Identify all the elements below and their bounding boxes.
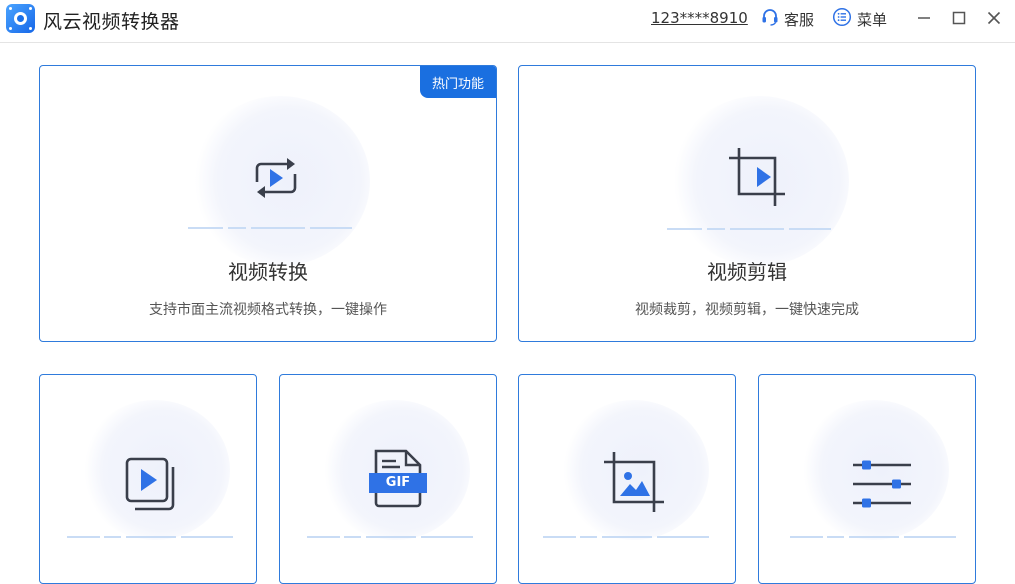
gif-icon-label: GIF <box>385 475 411 490</box>
minimize-icon <box>918 17 930 19</box>
menu-button[interactable]: 菜单 <box>832 7 887 31</box>
menu-label: 菜单 <box>857 10 888 29</box>
divider <box>580 536 597 538</box>
card-adjust-settings[interactable] <box>758 374 976 584</box>
divider <box>228 227 246 229</box>
maximize-icon <box>952 11 966 25</box>
crop-image-icon <box>602 450 668 520</box>
minimize-button[interactable] <box>914 8 934 28</box>
card-description: 视频裁剪，视频剪辑，一键快速完成 <box>635 302 859 318</box>
divider <box>827 536 844 538</box>
divider <box>251 227 305 229</box>
card-video-copy[interactable] <box>39 374 257 584</box>
card-description: 支持市面主流视频格式转换，一键操作 <box>149 302 387 318</box>
account-link[interactable]: 123****8910 <box>651 9 748 27</box>
card-title: 视频剪辑 <box>707 260 787 284</box>
divider <box>307 536 340 538</box>
divider <box>790 536 823 538</box>
card-video-to-gif[interactable]: GIF <box>279 374 497 584</box>
hot-feature-badge: 热门功能 <box>420 66 496 98</box>
divider <box>730 228 784 230</box>
crop-video-icon <box>727 146 789 212</box>
customer-service-label: 客服 <box>784 10 815 29</box>
card-video-edit[interactable]: 视频剪辑 视频裁剪，视频剪辑，一键快速完成 <box>518 65 976 342</box>
divider <box>657 536 709 538</box>
card-image-crop[interactable] <box>518 374 736 584</box>
app-title: 风云视频转换器 <box>43 11 180 33</box>
card-video-convert[interactable]: 热门功能 视频转换 支持市面主流视频格式转换，一键操作 <box>39 65 497 342</box>
divider <box>849 536 899 538</box>
maximize-button[interactable] <box>949 8 969 28</box>
divider <box>181 536 233 538</box>
divider <box>366 536 416 538</box>
sliders-icon <box>851 457 913 517</box>
video-copy-icon <box>123 455 183 519</box>
divider <box>126 536 176 538</box>
close-icon <box>987 11 1001 25</box>
gif-icon: GIF <box>366 447 428 513</box>
list-menu-icon <box>832 7 852 31</box>
close-button[interactable] <box>984 8 1004 28</box>
app-logo <box>6 4 35 33</box>
title-bar: 风云视频转换器 123****8910 客服 菜单 <box>0 0 1015 43</box>
divider <box>104 536 121 538</box>
card-title: 视频转换 <box>228 260 308 284</box>
divider <box>543 536 576 538</box>
divider <box>67 536 100 538</box>
divider <box>707 228 725 230</box>
headset-icon <box>760 7 780 31</box>
convert-icon <box>245 148 305 212</box>
divider <box>602 536 652 538</box>
customer-service-button[interactable]: 客服 <box>760 7 814 31</box>
divider <box>310 227 352 229</box>
divider <box>344 536 361 538</box>
divider <box>667 228 702 230</box>
divider <box>904 536 956 538</box>
divider <box>188 227 223 229</box>
divider <box>421 536 473 538</box>
divider <box>789 228 831 230</box>
